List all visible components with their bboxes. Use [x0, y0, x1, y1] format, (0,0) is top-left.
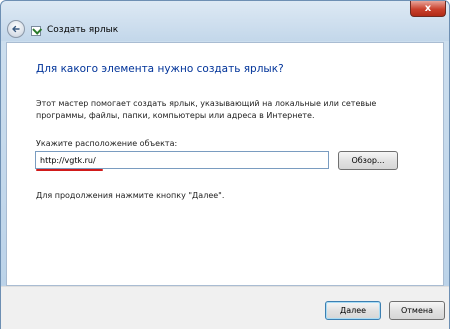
annotation-underline	[36, 169, 103, 171]
continue-hint: Для продолжения нажмите кнопку "Далее".	[36, 191, 225, 200]
window-title: Создать ярлык	[47, 25, 119, 35]
browse-button[interactable]: Обзор...	[338, 151, 398, 170]
back-button[interactable]	[7, 20, 25, 38]
next-button[interactable]: Далее	[325, 301, 381, 320]
cancel-button[interactable]: Отмена	[389, 301, 445, 320]
shortcut-wizard-icon	[31, 26, 41, 36]
close-icon: x	[424, 3, 432, 14]
title-bar: x Создать ярлык	[1, 1, 449, 41]
location-label: Укажите расположение объекта:	[36, 139, 178, 148]
button-bar: Далее Отмена	[1, 286, 449, 329]
back-arrow-icon	[12, 25, 20, 33]
create-shortcut-window: x Создать ярлык Для какого элемента нужн…	[0, 0, 450, 329]
location-input[interactable]	[35, 151, 329, 169]
wizard-description: Этот мастер помогает создать ярлык, указ…	[36, 99, 377, 120]
wizard-content: Для какого элемента нужно создать ярлык?…	[6, 42, 444, 286]
page-heading: Для какого элемента нужно создать ярлык?	[36, 63, 284, 75]
close-button[interactable]: x	[410, 1, 446, 17]
